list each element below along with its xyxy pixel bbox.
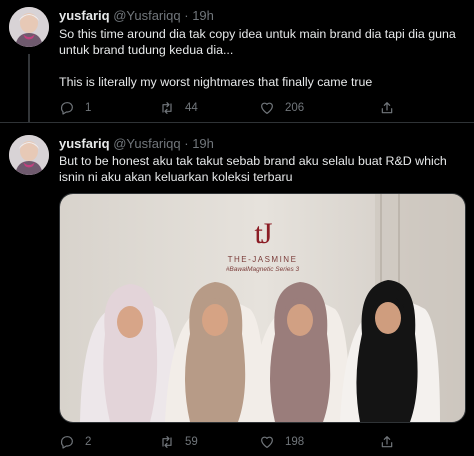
heart-icon — [261, 102, 273, 114]
action-bar: 1 44 206 — [59, 98, 419, 118]
separator: · — [184, 136, 189, 151]
share-button[interactable] — [379, 98, 395, 118]
timestamp[interactable]: 19h — [192, 8, 214, 23]
brand-logo: tJ — [254, 217, 272, 250]
tweet-text: So this time around dia tak copy idea un… — [59, 27, 456, 89]
brand-name: THE-JASMINE — [227, 255, 298, 264]
handle[interactable]: @Yusfariqq — [113, 8, 180, 23]
reply-count: 2 — [85, 436, 92, 448]
brand-block: tJ THE-JASMINE #BawalMagnetic Series 3 — [60, 217, 465, 274]
tweet[interactable]: yusfariq @Yusfariqq · 19h But to be hone… — [0, 123, 474, 456]
action-bar: 2 59 198 — [59, 432, 419, 452]
display-name[interactable]: yusfariq — [59, 8, 110, 23]
like-count: 198 — [285, 436, 305, 448]
retweet-button[interactable]: 44 — [159, 98, 198, 118]
retweet-count: 44 — [185, 102, 198, 114]
retweet-count: 59 — [185, 436, 198, 448]
share-button[interactable] — [379, 432, 395, 452]
share-icon — [381, 436, 393, 448]
heart-icon — [261, 436, 273, 448]
tweet-text: But to be honest aku tak takut sebab bra… — [59, 154, 447, 184]
avatar[interactable] — [9, 7, 49, 47]
brand-series: #BawalMagnetic Series 3 — [225, 266, 300, 273]
avatar[interactable] — [9, 135, 49, 175]
separator: · — [184, 8, 189, 23]
tweet-header: yusfariq @Yusfariqq · 19h — [59, 136, 214, 152]
thread-line — [28, 54, 30, 122]
retweet-icon — [162, 436, 172, 448]
like-count: 206 — [285, 102, 305, 114]
display-name[interactable]: yusfariq — [59, 136, 110, 151]
tweet[interactable]: yusfariq @Yusfariqq · 19h So this time a… — [0, 0, 474, 122]
handle[interactable]: @Yusfariqq — [113, 136, 180, 151]
like-button[interactable]: 198 — [259, 432, 304, 452]
timestamp[interactable]: 19h — [192, 136, 214, 151]
reply-button[interactable]: 2 — [59, 432, 91, 452]
reply-icon — [60, 102, 73, 115]
like-button[interactable]: 206 — [259, 98, 304, 118]
retweet-button[interactable]: 59 — [159, 432, 198, 452]
tweet-header: yusfariq @Yusfariqq · 19h — [59, 8, 214, 24]
retweet-icon — [162, 102, 172, 114]
reply-button[interactable]: 1 — [59, 98, 91, 118]
reply-count: 1 — [85, 102, 92, 114]
share-icon — [381, 102, 393, 114]
tweet-image[interactable]: tJ THE-JASMINE #BawalMagnetic Series 3 — [59, 193, 466, 423]
reply-icon — [60, 436, 73, 449]
